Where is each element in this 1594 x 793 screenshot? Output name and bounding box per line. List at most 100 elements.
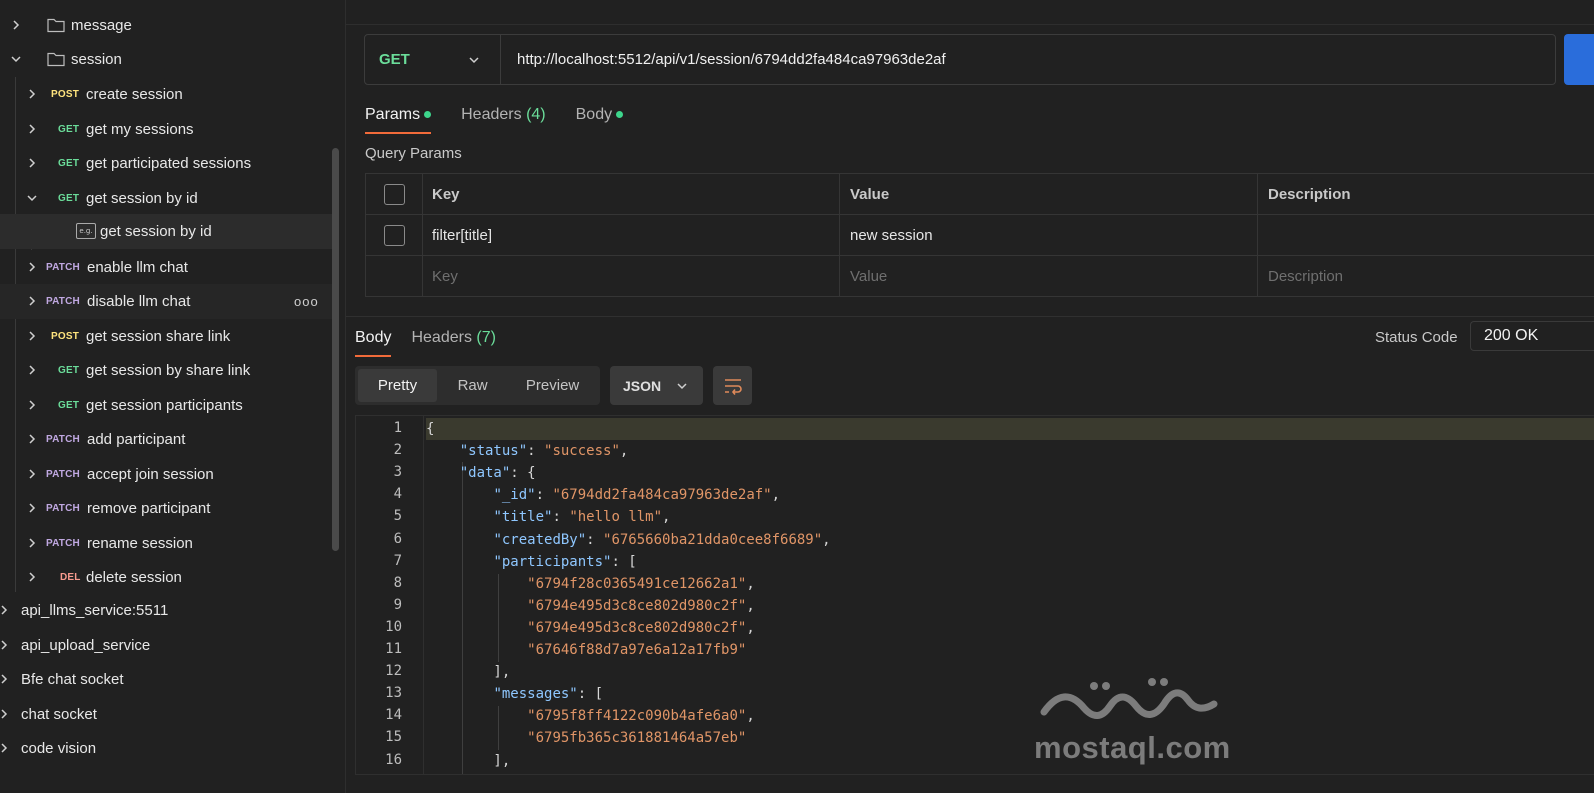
chevron-down-icon[interactable] xyxy=(8,51,24,67)
tab-body[interactable]: Body xyxy=(576,106,624,134)
chevron-right-icon[interactable] xyxy=(8,17,24,33)
request-item[interactable]: POST get session share link xyxy=(0,319,336,354)
view-preview[interactable]: Preview xyxy=(508,369,597,402)
request-item[interactable]: PATCH remove participant xyxy=(0,491,336,526)
chevron-right-icon[interactable] xyxy=(24,328,40,344)
method-value: GET xyxy=(379,51,410,68)
wrap-icon xyxy=(724,378,742,395)
chevron-right-icon[interactable] xyxy=(24,397,40,413)
request-item[interactable]: GET get my sessions xyxy=(0,112,336,147)
request-label: get session participants xyxy=(86,396,243,414)
line-number: 9 xyxy=(393,596,402,613)
column-header-description: Description xyxy=(1268,185,1351,203)
param-key[interactable]: filter[title] xyxy=(423,215,840,255)
chevron-right-icon[interactable] xyxy=(24,535,40,551)
method-badge: GET xyxy=(58,192,80,204)
row-checkbox[interactable] xyxy=(383,224,405,246)
response-tabs: Body Headers (7) xyxy=(355,323,526,357)
view-mode-switch: Pretty Raw Preview xyxy=(355,366,600,405)
chevron-right-icon[interactable] xyxy=(24,86,40,102)
select-all-checkbox[interactable] xyxy=(383,183,405,205)
request-item[interactable]: PATCH rename session xyxy=(0,526,336,561)
chevron-right-icon[interactable] xyxy=(24,259,40,275)
url-input[interactable]: http://localhost:5512/api/v1/session/679… xyxy=(501,35,1555,84)
request-label: get session by id xyxy=(86,189,198,207)
tab-response-body[interactable]: Body xyxy=(355,329,392,357)
chevron-right-icon[interactable] xyxy=(0,637,12,653)
status-code-label: Status Code xyxy=(1375,329,1458,346)
line-number: 5 xyxy=(393,508,402,525)
code-line: "data": { xyxy=(459,465,536,482)
example-item[interactable]: e.g. get session by id xyxy=(0,214,336,249)
view-raw[interactable]: Raw xyxy=(437,369,508,402)
code-line: "title": "hello llm", xyxy=(493,509,671,526)
more-options-icon[interactable]: ooo xyxy=(294,294,319,309)
request-label: get session share link xyxy=(86,327,231,345)
chevron-right-icon[interactable] xyxy=(24,431,40,447)
code-line: "6794e495d3c8ce802d980c2f", xyxy=(527,597,755,614)
request-tabs: Params Headers (4) Body xyxy=(365,100,653,134)
view-pretty[interactable]: Pretty xyxy=(358,369,438,402)
line-number: 15 xyxy=(385,729,402,746)
wrap-lines-button[interactable] xyxy=(713,366,752,405)
request-item[interactable]: PATCH enable llm chat xyxy=(0,250,336,285)
chevron-right-icon[interactable] xyxy=(24,293,40,309)
column-header-key: Key xyxy=(423,174,840,214)
request-item[interactable]: GET get session participants xyxy=(0,388,336,423)
chevron-down-icon[interactable] xyxy=(24,190,40,206)
param-value[interactable]: new session xyxy=(840,215,1258,255)
collection-item[interactable]: code vision xyxy=(0,731,336,766)
collection-label: api_llms_service:5511 xyxy=(21,602,169,619)
line-number: 1 xyxy=(393,420,402,436)
method-badge: POST xyxy=(51,330,80,342)
column-header-value: Value xyxy=(840,174,1258,214)
method-badge: GET xyxy=(58,158,80,169)
folder-message[interactable]: message xyxy=(0,8,336,43)
request-item[interactable]: PATCH add participant xyxy=(0,422,336,457)
params-table: Key Value Description filter[title] new … xyxy=(365,173,1594,297)
row-check-cell xyxy=(366,215,423,255)
method-select[interactable]: GET xyxy=(365,35,501,84)
tab-count: (4) xyxy=(526,106,546,123)
request-item[interactable]: PATCH disable llm chat ooo xyxy=(0,284,336,319)
collection-label: chat socket xyxy=(21,705,97,723)
collection-item[interactable]: api_upload_service xyxy=(0,628,336,663)
new-value-input[interactable]: Value xyxy=(840,256,1258,296)
request-item[interactable]: DEL delete session xyxy=(0,560,336,595)
collection-item[interactable]: api_llms_service:5511 xyxy=(0,593,336,628)
chevron-right-icon[interactable] xyxy=(24,121,40,137)
response-body-viewer[interactable]: 1 2 3 4 5 6 7 8 9 10 11 12 13 14 15 16 { "status": "suc… xyxy=(355,415,1594,775)
chevron-right-icon[interactable] xyxy=(24,500,40,516)
chevron-right-icon[interactable] xyxy=(24,569,40,585)
chevron-right-icon[interactable] xyxy=(24,155,40,171)
chevron-right-icon[interactable] xyxy=(0,671,12,687)
tab-headers[interactable]: Headers (4) xyxy=(461,106,546,134)
request-item[interactable]: PATCH accept join session xyxy=(0,457,336,492)
request-item[interactable]: GET get session by share link xyxy=(0,353,336,388)
sidebar: message session POST create session GET get… xyxy=(0,0,346,793)
chevron-right-icon[interactable] xyxy=(24,466,40,482)
request-item[interactable]: GET get participated sessions xyxy=(0,146,336,181)
line-number: 11 xyxy=(385,641,402,657)
collection-item[interactable]: Bfe chat socket xyxy=(0,662,336,697)
sidebar-scrollbar[interactable] xyxy=(332,148,339,551)
request-label: remove participant xyxy=(87,500,211,517)
tab-params[interactable]: Params xyxy=(365,106,432,134)
chevron-right-icon[interactable] xyxy=(0,740,12,756)
line-number: 4 xyxy=(393,486,402,503)
request-label: create session xyxy=(86,86,183,103)
request-item[interactable]: POST create session xyxy=(0,77,336,112)
chevron-right-icon[interactable] xyxy=(0,706,12,722)
new-description-input[interactable]: Description xyxy=(1258,256,1594,296)
param-description[interactable] xyxy=(1258,215,1594,255)
request-item[interactable]: GET get session by id xyxy=(0,181,336,216)
status-code-value[interactable]: 200 OK xyxy=(1470,321,1594,351)
tab-response-headers[interactable]: Headers (7) xyxy=(411,329,496,357)
format-select[interactable]: JSON xyxy=(610,366,703,405)
send-button[interactable] xyxy=(1564,34,1594,85)
folder-session[interactable]: session xyxy=(0,42,336,77)
chevron-right-icon[interactable] xyxy=(24,362,40,378)
new-key-input[interactable]: Key xyxy=(423,256,840,296)
chevron-right-icon[interactable] xyxy=(0,602,12,618)
collection-item[interactable]: chat socket xyxy=(0,697,336,732)
